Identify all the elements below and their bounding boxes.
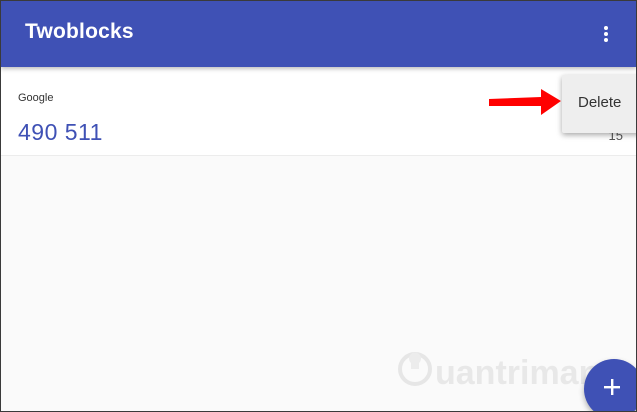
bulb-icon — [397, 349, 433, 398]
plus-icon — [604, 379, 620, 395]
app-window: Twoblocks Google 490 511 15 Delete uantr… — [0, 0, 637, 412]
more-vert-icon[interactable] — [596, 23, 616, 45]
delete-menu-item[interactable]: Delete — [578, 94, 621, 111]
context-menu: Delete — [562, 75, 636, 133]
app-bar: Twoblocks — [1, 1, 636, 67]
red-arrow-annotation — [489, 87, 563, 122]
account-name: Google — [18, 92, 54, 104]
add-account-button[interactable] — [584, 359, 636, 411]
otp-code[interactable]: 490 511 — [18, 119, 103, 146]
app-title: Twoblocks — [25, 20, 134, 43]
